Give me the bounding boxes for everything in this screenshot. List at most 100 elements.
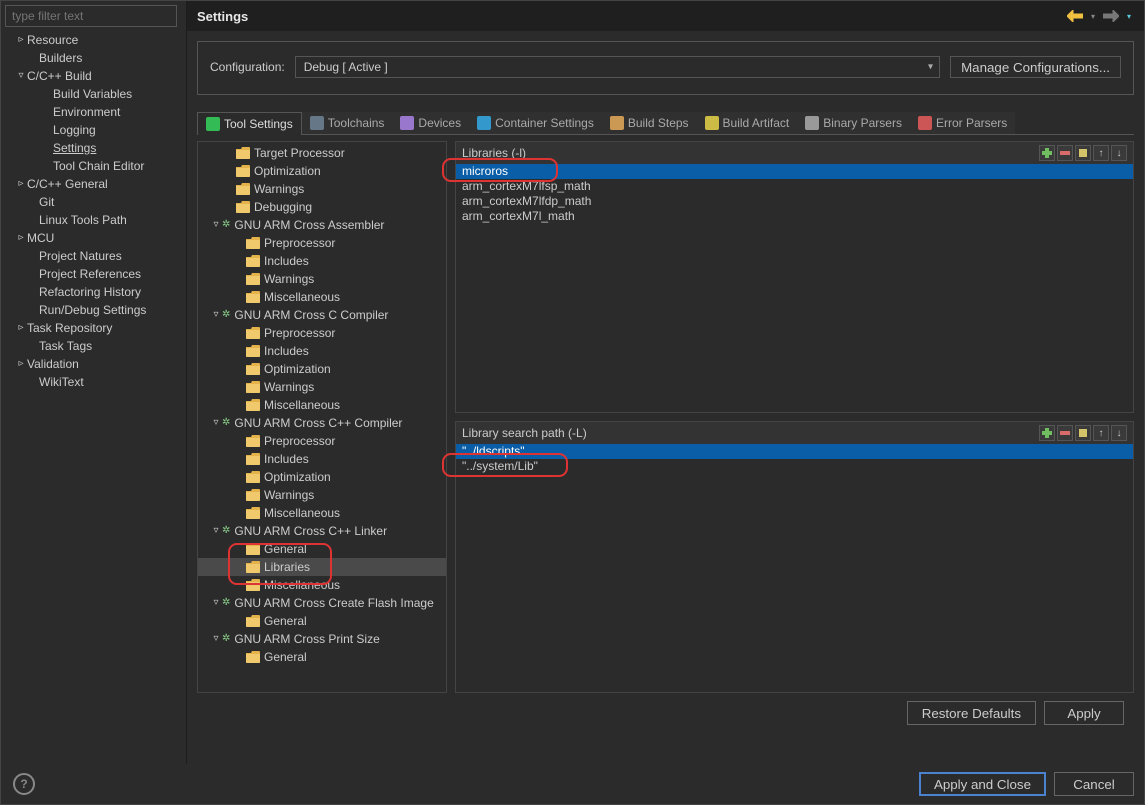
libraries-edit-button[interactable] [1075, 145, 1091, 161]
tool-settings-item[interactable]: ▿✲GNU ARM Cross Create Flash Image [198, 594, 446, 612]
category-item[interactable]: Builders [1, 49, 186, 67]
tool-settings-item[interactable]: ▿✲GNU ARM Cross C++ Linker [198, 522, 446, 540]
search-path-item[interactable]: "../system/Lib" [456, 459, 1133, 474]
tool-settings-item[interactable]: Preprocessor [198, 324, 446, 342]
apply-button[interactable]: Apply [1044, 701, 1124, 725]
tool-settings-item[interactable]: Miscellaneous [198, 504, 446, 522]
category-item[interactable]: ▹Validation [1, 355, 186, 373]
tool-settings-item[interactable]: Preprocessor [198, 234, 446, 252]
tool-settings-item[interactable]: Includes [198, 252, 446, 270]
tool-settings-item[interactable]: Target Processor [198, 144, 446, 162]
category-tree[interactable]: ▹ResourceBuilders▿C/C++ BuildBuild Varia… [1, 29, 186, 764]
nav-back-button[interactable] [1066, 7, 1084, 25]
libraries-delete-button[interactable] [1057, 145, 1073, 161]
category-item[interactable]: ▹Resource [1, 31, 186, 49]
category-item[interactable]: Tool Chain Editor [1, 157, 186, 175]
tool-settings-item[interactable]: Warnings [198, 270, 446, 288]
libraries-move-up-button[interactable]: ↑ [1093, 145, 1109, 161]
twisty-icon[interactable]: ▿ [210, 216, 222, 234]
twisty-icon[interactable]: ▹ [15, 355, 27, 373]
category-item[interactable]: Linux Tools Path [1, 211, 186, 229]
category-item[interactable]: Git [1, 193, 186, 211]
category-item[interactable]: Logging [1, 121, 186, 139]
search-path-delete-button[interactable] [1057, 425, 1073, 441]
libraries-item[interactable]: arm_cortexM7lfdp_math [456, 194, 1133, 209]
twisty-icon[interactable]: ▿ [210, 414, 222, 432]
tab-error-parsers[interactable]: Error Parsers [910, 112, 1015, 134]
tab-build-steps[interactable]: Build Steps [602, 112, 697, 134]
libraries-item[interactable]: arm_cortexM7l_math [456, 209, 1133, 224]
tool-settings-item[interactable]: Miscellaneous [198, 396, 446, 414]
tab-build-artifact[interactable]: Build Artifact [697, 112, 798, 134]
libraries-add-button[interactable] [1039, 145, 1055, 161]
search-path-move-down-button[interactable]: ↓ [1111, 425, 1127, 441]
twisty-icon[interactable]: ▹ [15, 319, 27, 337]
tool-settings-item[interactable]: Includes [198, 450, 446, 468]
category-item[interactable]: Task Tags [1, 337, 186, 355]
twisty-icon[interactable]: ▿ [210, 594, 222, 612]
category-item[interactable]: Project Natures [1, 247, 186, 265]
tool-settings-item[interactable]: General [198, 648, 446, 666]
nav-forward-history-menu[interactable]: ▾ [1124, 7, 1134, 25]
cancel-button[interactable]: Cancel [1054, 772, 1134, 796]
apply-and-close-button[interactable]: Apply and Close [919, 772, 1046, 796]
twisty-icon[interactable]: ▿ [210, 522, 222, 540]
configuration-select[interactable]: Debug [ Active ] ▾ [295, 56, 940, 78]
category-item[interactable]: ▹C/C++ General [1, 175, 186, 193]
category-item[interactable]: Build Variables [1, 85, 186, 103]
tool-settings-item[interactable]: Miscellaneous [198, 576, 446, 594]
search-path-move-up-button[interactable]: ↑ [1093, 425, 1109, 441]
search-path-add-button[interactable] [1039, 425, 1055, 441]
twisty-icon[interactable]: ▹ [15, 175, 27, 193]
tool-settings-item[interactable]: Preprocessor [198, 432, 446, 450]
tool-settings-item[interactable]: General [198, 612, 446, 630]
search-path-edit-button[interactable] [1075, 425, 1091, 441]
category-item[interactable]: Refactoring History [1, 283, 186, 301]
category-item[interactable]: Project References [1, 265, 186, 283]
category-item[interactable]: Environment [1, 103, 186, 121]
tool-settings-item[interactable]: Warnings [198, 180, 446, 198]
twisty-icon[interactable]: ▿ [210, 630, 222, 648]
category-item[interactable]: Run/Debug Settings [1, 301, 186, 319]
tool-settings-item[interactable]: ▿✲GNU ARM Cross Assembler [198, 216, 446, 234]
category-item[interactable]: WikiText [1, 373, 186, 391]
nav-back-history-menu[interactable]: ▾ [1088, 7, 1098, 25]
tool-settings-item[interactable]: Optimization [198, 468, 446, 486]
twisty-icon[interactable]: ▿ [210, 306, 222, 324]
tool-settings-item[interactable]: Warnings [198, 486, 446, 504]
libraries-item[interactable]: microros [456, 164, 1133, 179]
filter-input[interactable] [5, 5, 177, 27]
search-path-list[interactable]: "../ldscripts""../system/Lib" [456, 444, 1133, 692]
tool-settings-item[interactable]: ▿✲GNU ARM Cross C++ Compiler [198, 414, 446, 432]
tab-tool-settings[interactable]: Tool Settings [197, 112, 302, 135]
category-item[interactable]: Settings [1, 139, 186, 157]
tool-settings-item[interactable]: Debugging [198, 198, 446, 216]
libraries-item[interactable]: arm_cortexM7lfsp_math [456, 179, 1133, 194]
tab-toolchains[interactable]: Toolchains [302, 112, 393, 134]
tool-settings-item[interactable]: ▿✲GNU ARM Cross Print Size [198, 630, 446, 648]
libraries-list[interactable]: microrosarm_cortexM7lfsp_matharm_cortexM… [456, 164, 1133, 412]
nav-forward-button[interactable] [1102, 7, 1120, 25]
tool-settings-tree[interactable]: Target ProcessorOptimizationWarningsDebu… [197, 141, 447, 693]
category-item[interactable]: ▿C/C++ Build [1, 67, 186, 85]
tab-container-settings[interactable]: Container Settings [469, 112, 602, 134]
help-button[interactable]: ? [13, 773, 35, 795]
twisty-icon[interactable]: ▹ [15, 31, 27, 49]
libraries-move-down-button[interactable]: ↓ [1111, 145, 1127, 161]
tab-devices[interactable]: Devices [392, 112, 469, 134]
category-item[interactable]: ▹MCU [1, 229, 186, 247]
tool-settings-item[interactable]: ▿✲GNU ARM Cross C Compiler [198, 306, 446, 324]
twisty-icon[interactable]: ▹ [15, 229, 27, 247]
category-item[interactable]: ▹Task Repository [1, 319, 186, 337]
twisty-icon[interactable]: ▿ [15, 67, 27, 85]
tool-settings-item[interactable]: Miscellaneous [198, 288, 446, 306]
tool-settings-item[interactable]: Libraries [198, 558, 446, 576]
search-path-item[interactable]: "../ldscripts" [456, 444, 1133, 459]
tab-binary-parsers[interactable]: Binary Parsers [797, 112, 910, 134]
restore-defaults-button[interactable]: Restore Defaults [907, 701, 1036, 725]
tool-settings-item[interactable]: Includes [198, 342, 446, 360]
tool-settings-item[interactable]: Warnings [198, 378, 446, 396]
tool-settings-item[interactable]: General [198, 540, 446, 558]
tool-settings-item[interactable]: Optimization [198, 360, 446, 378]
manage-configurations-button[interactable]: Manage Configurations... [950, 56, 1121, 78]
